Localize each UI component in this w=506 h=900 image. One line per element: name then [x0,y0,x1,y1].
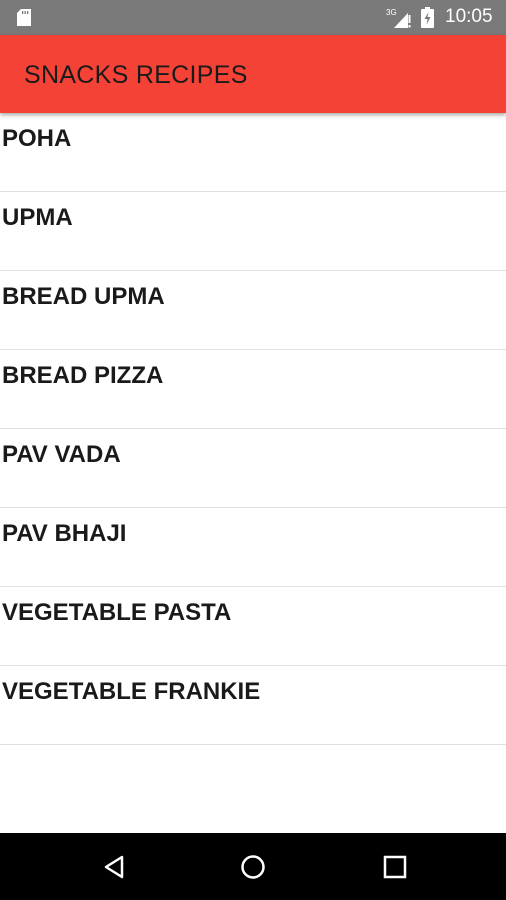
status-bar: 3G 10:05 [0,0,506,35]
network-type-label: 3G [386,8,397,17]
navigation-bar [0,833,506,900]
status-clock: 10:05 [445,6,493,27]
list-item-bread-pizza[interactable]: BREAD PIZZA [0,350,506,429]
list-item-label: VEGETABLE FRANKIE [2,678,261,705]
home-icon[interactable] [238,852,268,882]
list-item-label: POHA [2,125,72,152]
list-item-poha[interactable]: POHA [0,113,506,192]
battery-charging-icon [421,7,434,28]
list-item-upma[interactable]: UPMA [0,192,506,271]
list-item-bread-upma[interactable]: BREAD UPMA [0,271,506,350]
app-title: SNACKS RECIPES [24,61,248,89]
list-item-label: PAV BHAJI [2,520,127,547]
list-item-label: VEGETABLE PASTA [2,599,232,626]
signal-icon: 3G [386,7,412,29]
list-item-vegetable-frankie[interactable]: VEGETABLE FRANKIE [0,666,506,745]
list-item-label: UPMA [2,204,73,231]
recipe-list: POHA UPMA BREAD UPMA BREAD PIZZA PAV VAD… [0,113,506,745]
list-item-label: BREAD UPMA [2,283,165,310]
back-icon[interactable] [99,852,129,882]
sd-card-icon [17,9,31,26]
list-item-label: BREAD PIZZA [2,362,164,389]
list-item-label: PAV VADA [2,441,121,468]
list-item-pav-vada[interactable]: PAV VADA [0,429,506,508]
app-bar: SNACKS RECIPES [0,35,506,113]
list-item-pav-bhaji[interactable]: PAV BHAJI [0,508,506,587]
list-item-vegetable-pasta[interactable]: VEGETABLE PASTA [0,587,506,666]
recents-icon[interactable] [380,852,410,882]
